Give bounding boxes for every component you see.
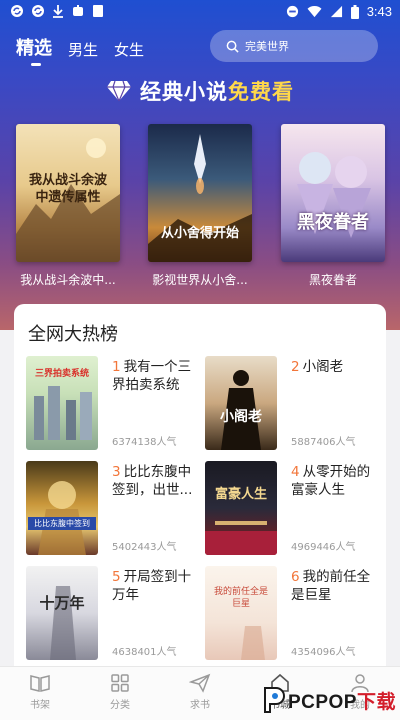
dnd-icon (286, 5, 298, 18)
sync-icon (11, 5, 23, 17)
featured-book[interactable]: 我从战斗余波中遗传属性 我从战斗余波中... (16, 124, 120, 288)
ranking-item-title: 4 从零开始的富豪人生 (291, 464, 371, 498)
cover-text: 三界拍卖系统 (34, 369, 89, 379)
pcpop-watermark: PCPOP下载 (262, 686, 396, 714)
nav-bookshelf[interactable]: 书架 (10, 673, 70, 711)
rank-number: 4 (291, 464, 300, 480)
book-cover: 富豪人生 (205, 461, 277, 555)
grid-icon (111, 674, 129, 692)
search-icon (226, 40, 239, 53)
tab-female[interactable]: 女生 (114, 39, 144, 60)
tab-indicator (31, 63, 41, 66)
top-tabs: 精选 男生 女生 (16, 34, 144, 60)
search-placeholder: 完美世界 (245, 40, 289, 53)
featured-book[interactable]: 从小舍得开始 影视世界从小舍... (148, 124, 252, 288)
popularity-count: 6374138人气 (112, 437, 177, 448)
featured-title: 影视世界从小舍... (152, 273, 248, 287)
bug-icon (73, 5, 83, 16)
book-cover: 三界拍卖系统 (26, 356, 98, 450)
ranking-item-title: 2 小阁老 (291, 359, 344, 375)
rank-number: 5 (112, 569, 121, 585)
banner-title: 经典小说免费看 (140, 80, 294, 104)
ranking-item-title: 1 我有一个三界拍卖系统 (112, 359, 192, 393)
ranking-item-title: 5 开局签到十万年 (112, 569, 192, 603)
rank-number: 3 (112, 464, 121, 480)
status-time: 3:43 (366, 4, 392, 19)
file-icon (93, 5, 103, 17)
book-cover: 从小舍得开始 (148, 124, 252, 262)
search-bar[interactable]: 完美世界 (210, 30, 378, 62)
battery-icon (350, 4, 359, 19)
ranking-item-title: 3 比比东腹中签到，出世... (112, 464, 193, 498)
cover-text: 十万年 (39, 594, 85, 612)
ranking-card: 全网大热榜 三界拍卖系统 1 我有一个三界拍卖系统 6374138人气 小阁老 2… (14, 304, 386, 676)
ranking-item[interactable]: 小阁老 2 小阁老 5887406人气 (205, 356, 383, 452)
nav-request-book[interactable]: 求书 (170, 673, 230, 711)
book-cover: 我从战斗余波中遗传属性 (16, 124, 120, 262)
featured-title: 黑夜眷者 (308, 273, 357, 287)
popularity-count: 4354096人气 (291, 647, 356, 658)
rank-number: 6 (291, 569, 300, 585)
send-icon (189, 673, 211, 693)
popularity-count: 4969446人气 (291, 542, 356, 553)
tab-jingxuan[interactable]: 精选 (16, 34, 52, 60)
ranking-item[interactable]: 三界拍卖系统 1 我有一个三界拍卖系统 6374138人气 (26, 356, 204, 452)
status-bar: 3:43 (0, 0, 400, 24)
banner-headline: 经典小说免费看 (0, 76, 400, 106)
ranking-item[interactable]: 我的前任全是巨星 6 我的前任全是巨星 4354096人气 (205, 566, 383, 662)
cover-text: 富豪人生 (214, 487, 267, 502)
book-cover: 比比东腹中签到 (26, 461, 98, 555)
ranking-title: 全网大热榜 (28, 324, 118, 345)
cover-text: 比比东腹中签到 (28, 517, 96, 530)
cover-text: 黑夜眷者 (297, 212, 369, 233)
sync-icon-2 (32, 5, 44, 17)
featured-title: 我从战斗余波中... (20, 273, 116, 287)
rank-number: 2 (291, 359, 300, 375)
wifi-icon (307, 5, 322, 18)
pcpop-logo-icon (263, 687, 285, 713)
ranking-item[interactable]: 富豪人生 4 从零开始的富豪人生 4969446人气 (205, 461, 383, 557)
popularity-count: 4638401人气 (112, 647, 177, 658)
popularity-count: 5402443人气 (112, 542, 177, 553)
ranking-item[interactable]: 十万年 5 开局签到十万年 4638401人气 (26, 566, 204, 662)
nav-category[interactable]: 分类 (90, 673, 150, 711)
diamond-icon (107, 80, 131, 102)
book-icon (30, 675, 50, 692)
cover-text: 小阁老 (220, 409, 262, 425)
ranking-item-title: 6 我的前任全是巨星 (291, 569, 371, 603)
featured-book[interactable]: 黑夜眷者 黑夜眷者 (281, 124, 385, 288)
signal-icon (330, 5, 342, 18)
book-cover: 我的前任全是巨星 (205, 566, 277, 660)
rank-number: 1 (112, 359, 121, 375)
download-icon (53, 5, 63, 18)
cover-text: 我从战斗余波中遗传属性 (28, 173, 107, 205)
book-cover: 十万年 (26, 566, 98, 660)
cover-text: 从小舍得开始 (160, 226, 239, 241)
popularity-count: 5887406人气 (291, 437, 356, 448)
hero-header: 3:43 精选 男生 女生 完美世界 经典小说免费看 我从战斗余波中遗传属性 我 (0, 0, 400, 330)
tab-male[interactable]: 男生 (68, 39, 98, 60)
ranking-item[interactable]: 比比东腹中签到 3 比比东腹中签到，出世... 5402443人气 (26, 461, 204, 557)
book-cover: 小阁老 (205, 356, 277, 450)
watermark-text: PCPOP下载 (287, 691, 396, 713)
cover-text: 我的前任全是巨星 (213, 587, 268, 609)
book-cover: 黑夜眷者 (281, 124, 385, 262)
